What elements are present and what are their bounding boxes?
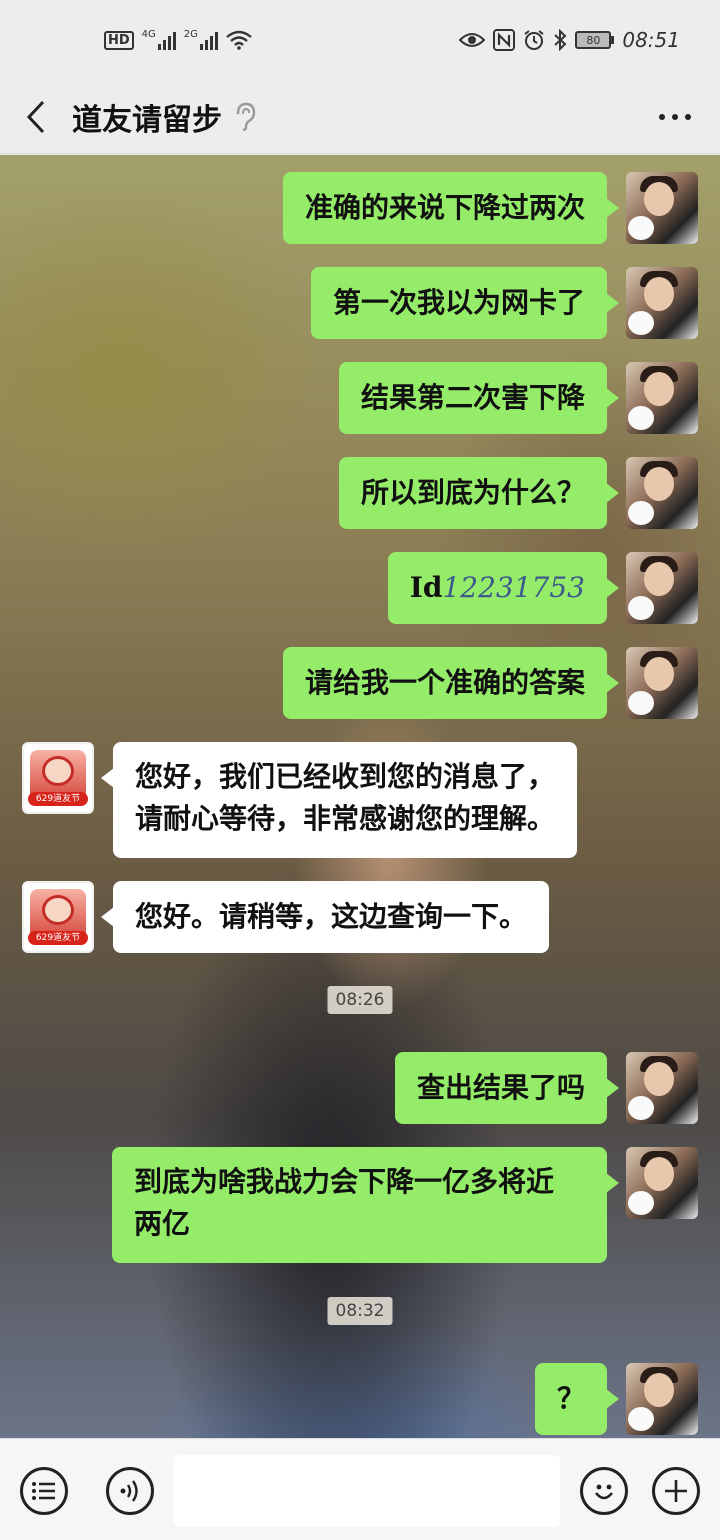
chevron-left-icon — [26, 100, 45, 133]
service-message-bubble[interactable]: 您好，我们已经收到您的消息了， 请耐心等待，非常感谢您的理解。 — [100, 742, 578, 858]
message-text: 第一次我以为网卡了 — [332, 286, 585, 319]
message-text: 结果第二次害下降 — [360, 381, 585, 414]
message-text-line1: 您好，我们已经收到您的消息了， — [135, 760, 556, 793]
voice-icon — [120, 1480, 138, 1502]
status-time: 08:51 — [622, 28, 680, 52]
avatar-tag: 629道友节 — [28, 792, 88, 806]
message-id-prefix: Id — [409, 571, 443, 604]
chat-message-list[interactable]: 准确的来说下降过两次 第一次我以为网卡了 结果第二次害下降 所以到底为什么？ I… — [0, 155, 720, 1438]
my-message-bubble[interactable]: 准确的来说下降过两次 — [282, 172, 620, 244]
service-message-bubble[interactable]: 您好。请稍等，这边查询一下。 — [100, 881, 550, 953]
battery-icon: 80 — [575, 31, 615, 49]
my-message-bubble[interactable]: ？ — [534, 1363, 620, 1435]
message-text-line2: 请耐心等待，非常感谢您的理解。 — [135, 802, 556, 835]
nfc-icon — [493, 29, 516, 51]
smile-icon — [594, 1484, 614, 1500]
my-avatar[interactable] — [626, 647, 698, 719]
message-text-line2: 两亿 — [134, 1207, 191, 1240]
voice-button[interactable] — [106, 1467, 154, 1515]
my-avatar[interactable] — [626, 1363, 698, 1435]
eye-icon — [459, 33, 486, 47]
my-message-bubble[interactable]: 结果第二次害下降 — [338, 362, 620, 434]
message-timestamp: 08:26 — [327, 986, 393, 1014]
my-message-bubble[interactable]: Id 12231753 — [387, 552, 620, 624]
status-right: 80 08:51 — [459, 28, 680, 52]
ear-icon — [236, 102, 256, 131]
my-message-bubble[interactable]: 请给我一个准确的答案 — [282, 647, 620, 719]
my-avatar[interactable] — [626, 1147, 698, 1219]
my-avatar[interactable] — [626, 552, 698, 624]
my-avatar[interactable] — [626, 362, 698, 434]
message-text: ？ — [556, 1382, 585, 1415]
plus-icon — [665, 1480, 687, 1502]
bluetooth-icon — [554, 29, 567, 51]
status-left: HD 4G 2G — [104, 30, 252, 50]
more-options-button[interactable] — [630, 80, 720, 154]
status-bar: HD 4G 2G 80 08:51 — [0, 0, 720, 80]
add-button[interactable] — [652, 1467, 700, 1515]
my-avatar[interactable] — [626, 457, 698, 529]
sim2-label: 2G — [183, 29, 198, 40]
my-avatar[interactable] — [626, 1052, 698, 1124]
more-dot-icon — [685, 113, 691, 120]
avatar-tag: 629道友节 — [28, 931, 88, 945]
wifi-icon — [226, 30, 252, 50]
message-timestamp: 08:32 — [327, 1297, 393, 1325]
service-avatar[interactable]: 629道友节 — [22, 742, 94, 814]
my-message-bubble[interactable]: 所以到底为什么？ — [338, 457, 620, 529]
list-icon — [32, 1482, 55, 1500]
message-text: 所以到底为什么？ — [360, 476, 585, 509]
service-avatar[interactable]: 629道友节 — [22, 881, 94, 953]
back-button[interactable] — [0, 80, 72, 154]
input-bar — [0, 1438, 720, 1540]
my-message-bubble[interactable]: 第一次我以为网卡了 — [310, 267, 620, 339]
my-message-bubble[interactable]: 到底为啥我战力会下降一亿多将近 两亿 — [112, 1147, 619, 1263]
more-dot-icon — [672, 113, 678, 120]
message-id-number: 12231753 — [442, 571, 585, 604]
signal-icon-2: 2G — [184, 30, 218, 50]
message-text-line1: 到底为啥我战力会下降一亿多将近 — [134, 1165, 555, 1198]
menu-button[interactable] — [20, 1467, 68, 1515]
my-avatar[interactable] — [626, 172, 698, 244]
signal-icon-1: 4G — [142, 30, 176, 50]
chat-title: 道友请留步 — [72, 102, 222, 138]
message-text: 您好。请稍等，这边查询一下。 — [135, 900, 528, 933]
hd-badge: HD — [104, 30, 134, 50]
battery-level: 80 — [575, 31, 612, 49]
my-avatar[interactable] — [626, 267, 698, 339]
sim1-label: 4G — [141, 29, 156, 40]
message-text: 查出结果了吗 — [416, 1071, 585, 1104]
my-message-bubble[interactable]: 查出结果了吗 — [394, 1052, 620, 1124]
message-text: 请给我一个准确的答案 — [304, 666, 585, 699]
alarm-icon — [524, 30, 544, 50]
emoji-button[interactable] — [580, 1467, 628, 1515]
message-text: 准确的来说下降过两次 — [304, 191, 585, 224]
more-dot-icon — [659, 113, 665, 120]
chat-header: 道友请留步 — [0, 80, 720, 154]
message-input[interactable] — [174, 1455, 560, 1527]
